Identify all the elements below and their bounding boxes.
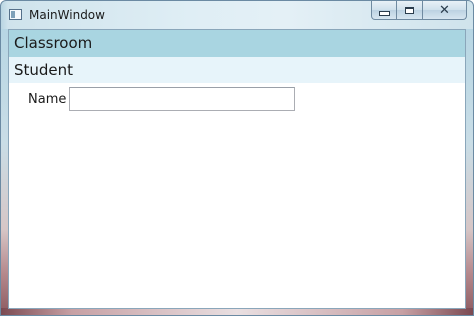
minimize-icon <box>378 10 390 16</box>
minimize-button[interactable] <box>371 1 397 20</box>
window-frame-bottom <box>1 308 473 315</box>
maximize-icon <box>405 6 414 14</box>
window-frame-left <box>1 29 8 315</box>
close-icon: ✕ <box>439 2 450 18</box>
caption-buttons: ✕ <box>371 1 467 21</box>
title-bar[interactable]: MainWindow ✕ <box>1 1 473 29</box>
window-frame-right <box>466 29 473 315</box>
student-header: Student <box>9 57 465 83</box>
app-icon[interactable] <box>9 9 22 20</box>
name-input[interactable] <box>69 87 295 111</box>
main-window: MainWindow ✕ Classroom Student Name <box>0 0 474 316</box>
classroom-header: Classroom <box>9 30 465 57</box>
window-title: MainWindow <box>29 8 105 22</box>
name-label: Name <box>28 92 67 107</box>
close-button[interactable]: ✕ <box>423 1 467 20</box>
client-area: Classroom Student Name <box>8 29 466 309</box>
maximize-button[interactable] <box>397 1 423 20</box>
